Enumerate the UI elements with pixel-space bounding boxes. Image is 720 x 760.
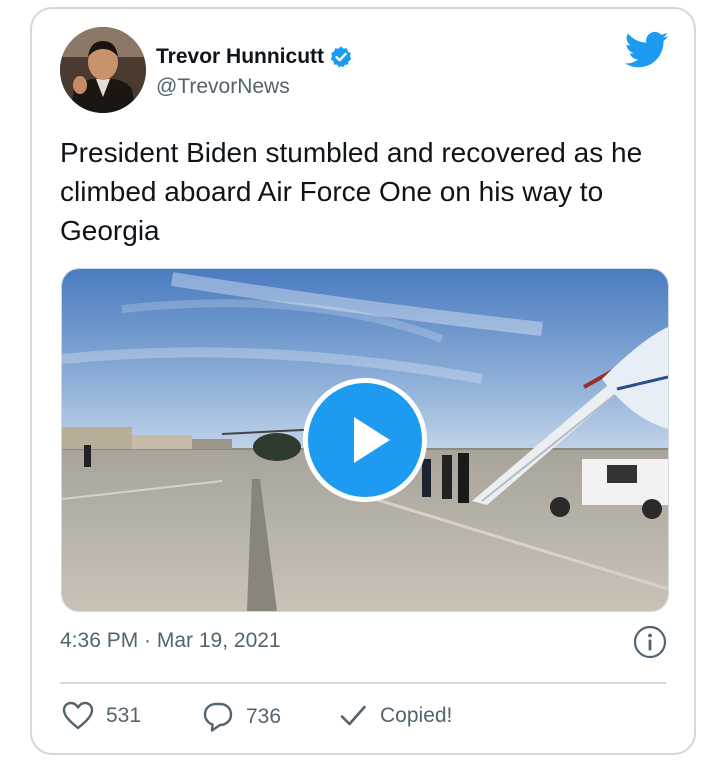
heart-icon	[62, 701, 94, 730]
tweet-text: President Biden stumbled and recovered a…	[60, 137, 643, 246]
info-icon[interactable]	[633, 625, 667, 659]
video-player[interactable]	[61, 268, 669, 612]
like-button[interactable]: 531	[62, 701, 141, 731]
copy-link-button[interactable]: Copied!	[338, 701, 452, 731]
verified-badge-icon	[330, 46, 352, 68]
tweet-timestamp[interactable]: 4:36 PM · Mar 19, 2021	[60, 629, 281, 653]
author-name-text: Trevor Hunnicutt	[156, 45, 325, 68]
speech-bubble-icon	[203, 702, 233, 732]
author-handle[interactable]: @TrevorNews	[156, 75, 290, 99]
like-count: 531	[106, 704, 142, 727]
avatar[interactable]	[60, 27, 146, 113]
reply-count: 736	[246, 705, 282, 728]
checkmark-icon	[340, 705, 366, 726]
twitter-bird-icon[interactable]	[625, 31, 669, 69]
reply-button[interactable]: 736	[202, 701, 281, 733]
tweet-card: Trevor Hunnicutt @TrevorNews President B…	[30, 7, 696, 755]
copy-status-label: Copied!	[380, 704, 453, 727]
divider	[60, 682, 666, 684]
author-name[interactable]: Trevor Hunnicutt	[156, 45, 353, 69]
play-icon	[354, 417, 390, 463]
avatar-photo	[60, 27, 146, 113]
play-button[interactable]	[303, 378, 427, 502]
